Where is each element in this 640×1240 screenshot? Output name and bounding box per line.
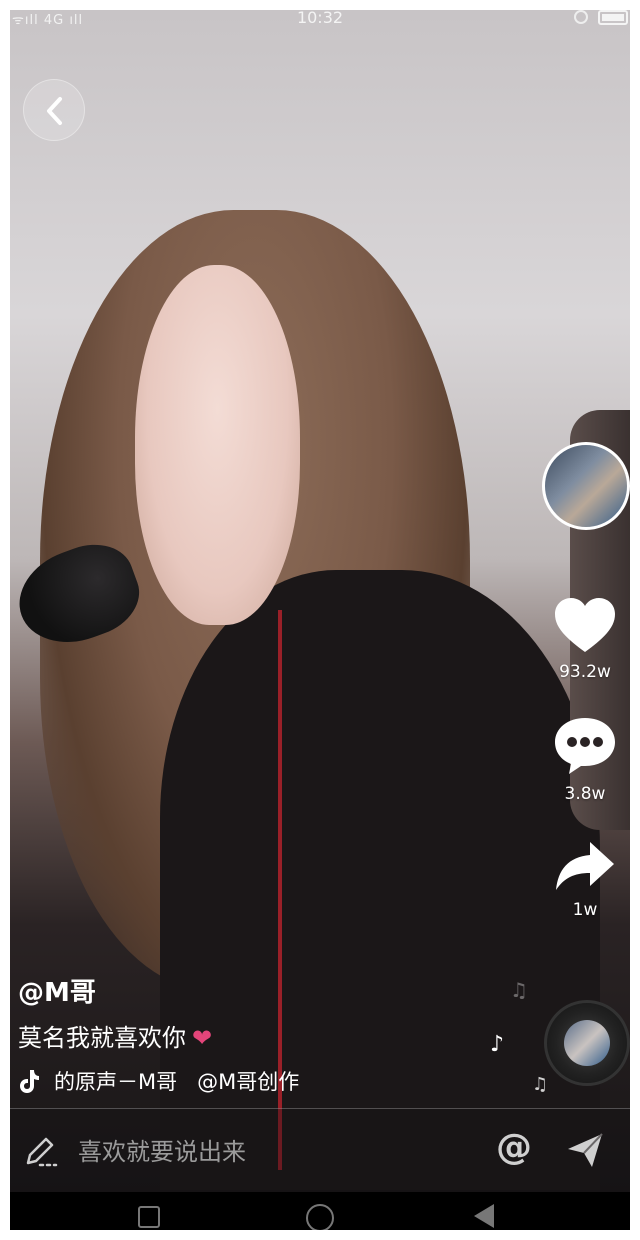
caption-text: 莫名我就喜欢你 [18, 1024, 186, 1052]
back-arrow-icon [47, 97, 62, 125]
comment-input[interactable] [76, 1131, 460, 1173]
nav-back-icon[interactable] [474, 1204, 494, 1228]
music-note-icon: ♫ [532, 1074, 549, 1095]
video-frame-shirt [160, 570, 600, 1190]
creator-username[interactable]: @M哥 [18, 972, 96, 1009]
back-button[interactable] [23, 79, 85, 141]
share-count: 1w [572, 900, 598, 920]
status-time: 10:32 [296, 10, 344, 27]
pen-icon [26, 1137, 58, 1167]
comment-button[interactable]: 3.8w [550, 716, 620, 804]
heart-emoji: ❤ [192, 1024, 213, 1052]
comment-bubble-icon [555, 718, 615, 774]
comment-bar: @ [10, 1108, 630, 1193]
recent-apps-icon[interactable] [138, 1206, 160, 1228]
alarm-icon [574, 10, 588, 24]
video-caption: 莫名我就喜欢你 ❤ [18, 1018, 212, 1053]
like-count: 93.2w [559, 662, 611, 682]
tiktok-note-icon [20, 1070, 39, 1093]
at-icon[interactable]: @ [496, 1127, 532, 1168]
like-button[interactable]: 93.2w [550, 596, 620, 682]
creator-avatar[interactable] [542, 442, 630, 530]
like-heart-icon [555, 598, 615, 652]
music-info[interactable]: 的原声－M哥 @M哥创作 [18, 1066, 299, 1096]
battery-icon [598, 10, 628, 25]
comment-count: 3.8w [564, 784, 606, 804]
music-disc[interactable] [544, 1000, 630, 1086]
system-nav-bar [10, 1192, 630, 1230]
music-note-icon: ♪ [490, 1032, 505, 1057]
share-arrow-icon [556, 842, 614, 890]
music-disc-cover [564, 1020, 610, 1066]
music-note-icon: ♫ [510, 978, 528, 1002]
send-icon[interactable] [566, 1131, 604, 1169]
creator-tag: @M哥创作 [197, 1070, 300, 1094]
share-button[interactable]: 1w [550, 840, 620, 920]
home-icon[interactable] [306, 1204, 334, 1230]
music-label: 的原声－M哥 [54, 1070, 178, 1094]
status-bar: ᯤıll 4G ıll 10:32 [10, 10, 630, 28]
video-screen[interactable]: ᯤıll 4G ıll 10:32 93.2w 3.8w 1w @M哥 莫名我就… [10, 10, 630, 1230]
video-frame-face [135, 265, 300, 625]
